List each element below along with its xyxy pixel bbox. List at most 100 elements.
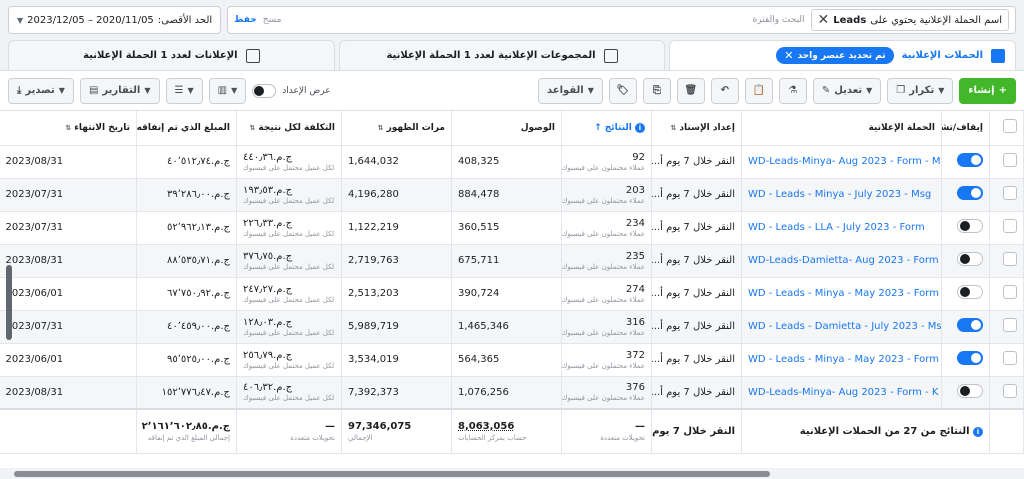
totals-cost-value: — bbox=[325, 420, 335, 432]
table-row[interactable]: WD - Leads - Minya - May 2023 - Form - C… bbox=[0, 343, 1024, 377]
row-checkbox[interactable] bbox=[1003, 318, 1017, 332]
selection-pill-label: تم تحديد عنصر واحد bbox=[797, 50, 886, 61]
grid-icon bbox=[603, 48, 618, 63]
campaign-name-link[interactable]: WD - Leads - Minya - May 2023 - Form bbox=[741, 277, 942, 311]
col-end-date[interactable]: تاريخ الانتهاء ⇅ bbox=[0, 111, 137, 146]
results-cell: 372 عملاء محتملون على فيسبوك bbox=[561, 343, 652, 377]
col-campaign[interactable]: الحملة الإعلانية bbox=[741, 111, 942, 146]
campaign-name-link[interactable]: WD - Leads - LLA - July 2023 - Form bbox=[741, 211, 942, 245]
reports-button[interactable]: ▼ التقارير ▤ bbox=[79, 77, 160, 104]
col-cost[interactable]: التكلفة لكل نتيجة ⇅ bbox=[236, 111, 342, 146]
table-row[interactable]: WD-Leads-Minya- Aug 2023 - Form - M - 2ا… bbox=[0, 145, 1024, 179]
clear-link[interactable]: مسح bbox=[263, 15, 282, 25]
cost-value: ج.م.٢٤٧٫٢٧ bbox=[243, 283, 293, 295]
attribution-cell: النقر خلال 7 يوم أ... bbox=[651, 145, 742, 179]
campaign-toggle[interactable] bbox=[957, 383, 983, 398]
search-box[interactable]: اسم الحملة الإعلانية يحتوي على Leads ✕ ا… bbox=[227, 6, 1016, 34]
tag-button[interactable]: 🏷 bbox=[608, 77, 637, 104]
cost-sub: لكل عميل محتمل على فيسبوك bbox=[243, 394, 335, 403]
table-row[interactable]: WD - Leads - Minya - May 2023 - Form النق… bbox=[0, 277, 1024, 311]
col-reach-label: الوصول bbox=[520, 122, 555, 133]
toolbar: + إنشاء ▼ تكرار ❐ ▼ تعديل ✎ ⚗ 📋 ↶ 🗑 ⎘ 🏷 … bbox=[0, 70, 1024, 110]
horizontal-scrollbar-track bbox=[0, 468, 1024, 479]
columns-button[interactable]: ▼ ▥ bbox=[208, 77, 247, 104]
table-row[interactable]: WD - Leads - Damietta - July 2023 - Msg … bbox=[0, 310, 1024, 344]
select-all-checkbox[interactable] bbox=[1003, 119, 1017, 134]
tab-ads[interactable]: الإعلانات لعدد 1 الحملة الإعلانية bbox=[7, 40, 335, 70]
close-icon[interactable]: ✕ bbox=[818, 12, 830, 28]
row-checkbox[interactable] bbox=[1003, 186, 1017, 200]
campaign-toggle[interactable] bbox=[957, 351, 983, 365]
campaign-toggle[interactable] bbox=[957, 252, 983, 266]
totals-impressions-sub: الإجمالي bbox=[348, 433, 373, 442]
totals-blank bbox=[989, 408, 1024, 454]
selection-pill[interactable]: تم تحديد عنصر واحد ✕ bbox=[776, 47, 894, 64]
export-button[interactable]: ▼ تصدير ⤓ bbox=[8, 77, 74, 104]
delete-button[interactable]: 🗑 bbox=[676, 77, 705, 104]
spent-cell: ج.م.٨٨٬٥٣٥٫٧١ bbox=[136, 244, 237, 278]
col-on-off[interactable]: إيقاف/تشغيل bbox=[941, 111, 990, 146]
col-attribution[interactable]: إعداد الإسناد ⇅ bbox=[651, 111, 742, 146]
sort-icon: ⇅ bbox=[377, 123, 384, 132]
row-checkbox[interactable] bbox=[1003, 351, 1017, 365]
filter-chip[interactable]: اسم الحملة الإعلانية يحتوي على Leads ✕ bbox=[810, 9, 1009, 31]
end-date-cell: 2023/07/31 bbox=[0, 211, 137, 245]
campaign-name-link[interactable]: WD - Leads - Minya - July 2023 - Msg bbox=[741, 178, 942, 212]
campaign-toggle[interactable] bbox=[957, 285, 983, 299]
select-all-cell bbox=[989, 111, 1024, 146]
row-checkbox[interactable] bbox=[1003, 252, 1017, 266]
info-icon[interactable]: i bbox=[973, 426, 983, 437]
close-icon[interactable]: ✕ bbox=[784, 49, 793, 62]
chevron-down-icon: ▼ bbox=[187, 86, 194, 95]
tab-campaigns[interactable]: الحملات الإعلانية تم تحديد عنصر واحد ✕ bbox=[669, 40, 1016, 70]
vertical-scrollbar[interactable] bbox=[6, 265, 12, 340]
table-row[interactable]: WD-Leads-Minya- Aug 2023 - Form - K النقر… bbox=[0, 376, 1024, 410]
campaign-toggle[interactable] bbox=[957, 186, 983, 200]
create-label: إنشاء bbox=[968, 85, 995, 96]
campaign-name-link[interactable]: WD-Leads-Damietta- Aug 2023 - Form - K bbox=[741, 244, 942, 278]
col-spent[interactable]: المبلغ الذي تم إنفاقه ⇅ bbox=[136, 111, 237, 146]
cost-sub: لكل عميل محتمل على فيسبوك bbox=[243, 328, 335, 337]
setup-view-toggle[interactable] bbox=[252, 83, 277, 98]
edit-button[interactable]: ▼ تعديل ✎ bbox=[812, 77, 882, 104]
spent-cell: ج.م.٩٥٬٥٢٥٫٠٠ bbox=[136, 343, 237, 377]
row-checkbox[interactable] bbox=[1003, 383, 1017, 398]
undo-button[interactable]: ↶ bbox=[710, 77, 739, 104]
create-button[interactable]: + إنشاء bbox=[959, 77, 1016, 104]
clipboard-button[interactable]: 📋 bbox=[744, 77, 773, 104]
info-icon[interactable]: i bbox=[635, 122, 645, 133]
results-sub: عملاء محتملون على فيسبوك bbox=[561, 163, 645, 172]
duplicate-button[interactable]: ▼ تكرار ❐ bbox=[887, 77, 954, 104]
campaign-name-link[interactable]: WD-Leads-Minya- Aug 2023 - Form - K bbox=[741, 376, 942, 410]
table-row[interactable]: WD-Leads-Damietta- Aug 2023 - Form - K ال… bbox=[0, 244, 1024, 278]
search-placeholder[interactable]: البحث والفترة bbox=[287, 15, 805, 25]
preview-button[interactable]: ⎘ bbox=[642, 77, 671, 104]
date-range-picker[interactable]: الحد الأقصى: 2020/11/05 – 2023/12/05 ▼ bbox=[8, 6, 222, 34]
row-checkbox[interactable] bbox=[1003, 285, 1017, 299]
ab-test-button[interactable]: ⚗ bbox=[778, 77, 807, 104]
campaign-name-link[interactable]: WD - Leads - Minya - May 2023 - Form - C… bbox=[741, 343, 942, 377]
table-row[interactable]: WD - Leads - LLA - July 2023 - Form النقر… bbox=[0, 211, 1024, 245]
attribution-cell: النقر خلال 7 يوم أ... bbox=[651, 376, 742, 410]
row-checkbox[interactable] bbox=[1003, 219, 1017, 233]
row-checkbox[interactable] bbox=[1003, 153, 1017, 167]
attribution-cell: النقر خلال 7 يوم أ... bbox=[651, 178, 742, 212]
rules-button[interactable]: ▼ القواعد bbox=[538, 77, 603, 104]
campaign-toggle[interactable] bbox=[957, 318, 983, 332]
breakdown-button[interactable]: ▼ ☰ bbox=[165, 77, 203, 104]
spent-cell: ج.م.٤٠٬٤٥٩٫٠٠ bbox=[136, 310, 237, 344]
campaign-toggle[interactable] bbox=[957, 153, 983, 167]
results-cell: 234 عملاء محتملون على فيسبوك bbox=[561, 211, 652, 245]
campaign-toggle[interactable] bbox=[957, 219, 983, 233]
col-impressions[interactable]: مرات الظهور ⇅ bbox=[341, 111, 452, 146]
table-row[interactable]: WD - Leads - Minya - July 2023 - Msg النق… bbox=[0, 178, 1024, 212]
campaign-name-link[interactable]: WD-Leads-Minya- Aug 2023 - Form - M - 2 bbox=[741, 145, 942, 179]
col-reach[interactable]: الوصول bbox=[451, 111, 562, 146]
horizontal-scrollbar[interactable] bbox=[14, 471, 770, 477]
col-results[interactable]: i النتائج ↑ bbox=[561, 111, 652, 146]
tab-adsets[interactable]: المجموعات الإعلانية لعدد 1 الحملة الإعلا… bbox=[338, 40, 666, 70]
campaign-name-link[interactable]: WD - Leads - Damietta - July 2023 - Msg … bbox=[741, 310, 942, 344]
row-toggle-cell bbox=[941, 310, 990, 344]
save-link[interactable]: حفظ bbox=[234, 15, 257, 25]
impressions-cell: 2,719,763 bbox=[341, 244, 452, 278]
